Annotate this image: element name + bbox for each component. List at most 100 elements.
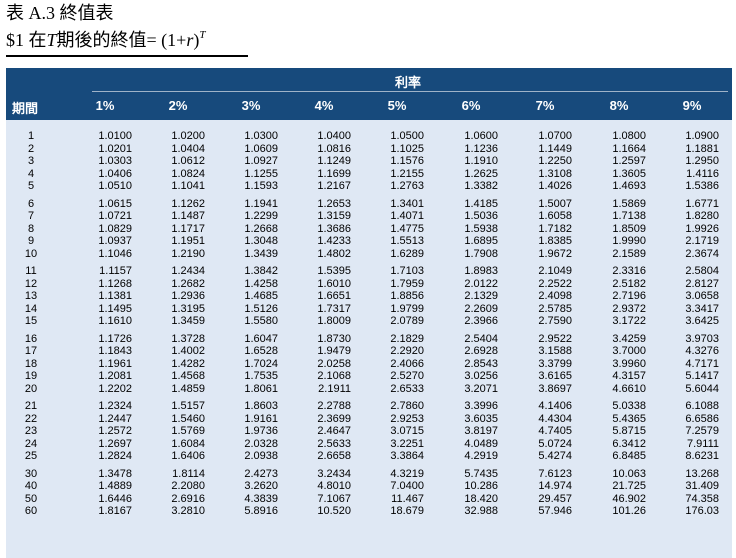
value-cell: 1.0510 <box>98 180 132 193</box>
rate-header-1: 1% <box>95 98 115 113</box>
value-cell: 1.6010 <box>317 277 351 290</box>
period-cell: 12 <box>24 277 38 290</box>
rate-header-6: 6% <box>461 98 481 113</box>
value-cell: 1.0406 <box>98 167 132 180</box>
value-cell: 1.5769 <box>171 425 205 438</box>
value-cell: 1.6528 <box>244 345 278 358</box>
value-cell: 1.2447 <box>98 412 132 425</box>
value-cell: 1.3108 <box>538 167 572 180</box>
value-cell: 1.1236 <box>464 142 498 155</box>
value-cell: 2.7590 <box>538 315 572 328</box>
value-cell: 3.3799 <box>538 357 572 370</box>
value-cell: 1.2324 <box>98 400 132 412</box>
value-cell: 2.0789 <box>390 315 424 328</box>
period-cell: 16 <box>24 332 38 345</box>
value-cell: 3.0256 <box>464 370 498 383</box>
value-cell: 10.520 <box>317 505 351 518</box>
value-cell: 2.1911 <box>318 382 351 395</box>
value-cell: 1.7908 <box>464 247 498 260</box>
value-cell: 1.5513 <box>390 235 424 248</box>
value-cell: 18.679 <box>390 505 424 518</box>
period-cell: 2 <box>27 142 35 155</box>
value-cell: 1.0900 <box>685 130 719 142</box>
value-cell: 1.3728 <box>171 332 205 345</box>
value-cell: 1.2763 <box>390 180 424 193</box>
period-cell: 60 <box>24 505 38 518</box>
value-cell: 1.3686 <box>317 222 351 235</box>
period-cell: 13 <box>24 290 38 303</box>
value-cell: 1.5007 <box>538 197 572 210</box>
period-cell: 23 <box>24 425 38 438</box>
value-cell: 1.2434 <box>171 265 205 277</box>
value-cell: 2.3966 <box>464 315 498 328</box>
value-cell: 3.4259 <box>612 332 646 345</box>
value-cell: 7.2579 <box>685 425 719 438</box>
value-cell: 1.6084 <box>171 437 205 450</box>
rate-header-5: 5% <box>387 98 407 113</box>
value-cell: 4.8010 <box>317 480 351 493</box>
value-cell: 1.0937 <box>98 235 132 248</box>
value-cell: 1.8061 <box>244 382 278 395</box>
period-cell: 11 <box>25 265 37 277</box>
period-cell: 21 <box>24 400 38 412</box>
rate-header-7: 7% <box>535 98 555 113</box>
value-cell: 1.2697 <box>98 437 132 450</box>
value-cell: 1.4233 <box>317 235 351 248</box>
value-cell: 2.4098 <box>538 290 572 303</box>
value-cell: 1.1699 <box>317 167 351 180</box>
period-cell: 3 <box>27 155 35 168</box>
value-cell: 1.1262 <box>171 197 205 210</box>
value-cell: 1.0303 <box>98 155 132 168</box>
value-cell: 2.2609 <box>464 302 498 315</box>
value-cell: 1.5036 <box>464 210 498 223</box>
value-cell: 2.0328 <box>244 437 278 450</box>
value-cell: 1.0700 <box>538 130 572 142</box>
value-cell: 1.9799 <box>390 302 424 315</box>
value-cell: 1.0824 <box>171 167 205 180</box>
value-cell: 4.3219 <box>390 467 424 480</box>
value-cell: 1.1449 <box>538 142 572 155</box>
value-cell: 4.3839 <box>244 492 278 505</box>
value-cell: 1.0400 <box>317 130 351 142</box>
value-cell: 1.0300 <box>244 130 278 142</box>
value-cell: 2.3699 <box>317 412 351 425</box>
value-cell: 1.1951 <box>171 235 205 248</box>
value-cell: 1.2824 <box>98 450 132 463</box>
value-cell: 4.1406 <box>538 400 572 412</box>
value-cell: 18.420 <box>464 492 498 505</box>
value-cell: 1.4859 <box>171 382 205 395</box>
value-cell: 5.0724 <box>538 437 572 450</box>
value-cell: 1.6895 <box>464 235 498 248</box>
value-cell: 2.6533 <box>390 382 424 395</box>
rate-header-9: 9% <box>682 98 702 113</box>
value-cell: 1.0100 <box>98 130 132 142</box>
value-cell: 1.6406 <box>171 450 205 463</box>
title-underline <box>6 55 248 57</box>
value-cell: 1.8167 <box>98 505 132 518</box>
value-cell: 1.0201 <box>98 142 132 155</box>
value-cell: 2.2522 <box>538 277 572 290</box>
value-cell: 1.7535 <box>244 370 278 383</box>
rate-header-3: 3% <box>241 98 261 113</box>
value-cell: 1.4802 <box>317 247 351 260</box>
value-cell: 1.9161 <box>244 412 278 425</box>
value-cell: 29.457 <box>538 492 572 505</box>
period-cell: 18 <box>24 357 38 370</box>
value-cell: 1.0600 <box>464 130 498 142</box>
table-title: 表 A.3 終值表 <box>6 3 114 23</box>
period-cell: 1 <box>27 130 35 142</box>
value-cell: 1.9990 <box>612 235 646 248</box>
value-cell: 2.1719 <box>685 235 719 248</box>
period-cell: 8 <box>27 222 35 235</box>
rate-header-divider <box>92 91 728 92</box>
value-cell: 5.6044 <box>685 382 719 395</box>
value-cell: 14.974 <box>538 480 572 493</box>
value-cell: 1.4775 <box>390 222 424 235</box>
value-cell: 2.0122 <box>464 277 498 290</box>
value-cell: 1.8009 <box>317 315 351 328</box>
value-cell: 3.0715 <box>390 425 424 438</box>
value-cell: 2.2920 <box>390 345 424 358</box>
value-cell: 1.4685 <box>244 290 278 303</box>
value-cell: 5.7435 <box>464 467 498 480</box>
value-cell: 1.1941 <box>244 197 278 210</box>
